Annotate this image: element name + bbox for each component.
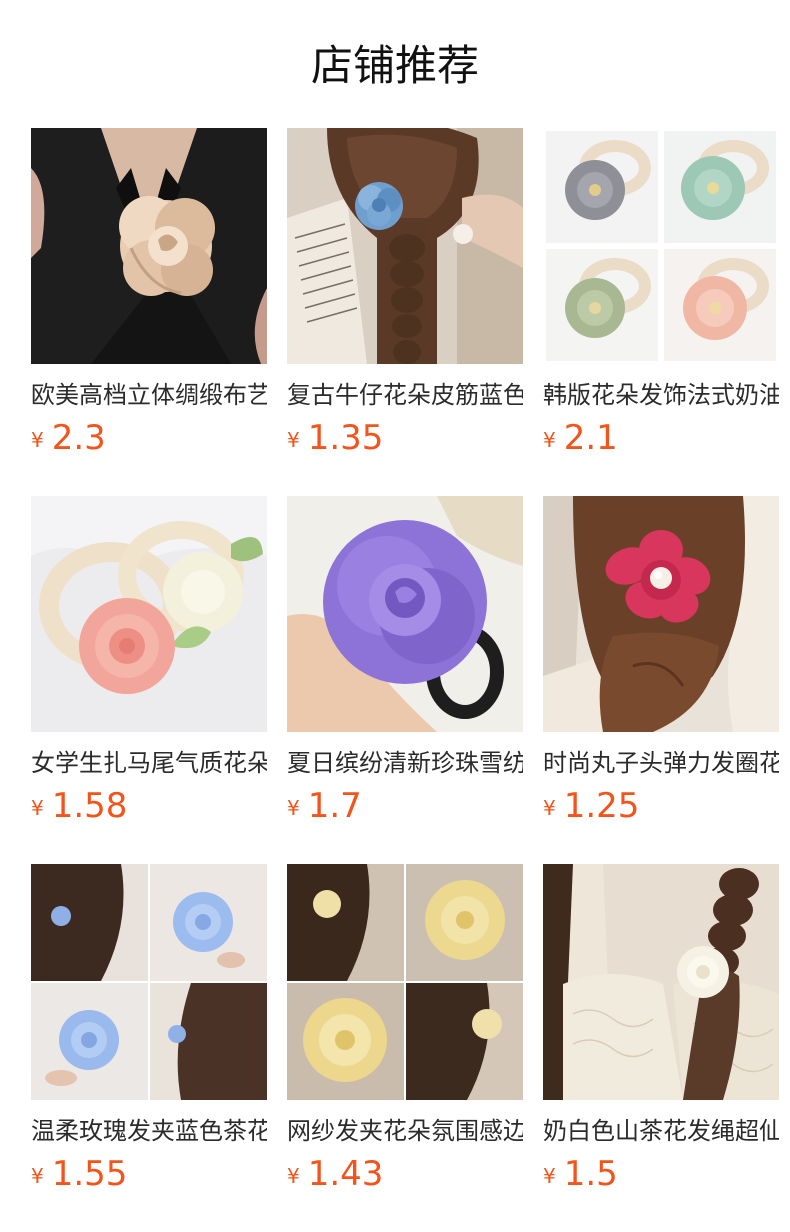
- currency-symbol: ¥: [31, 796, 44, 820]
- product-title[interactable]: 复古牛仔花朵皮筋蓝色发圈: [287, 378, 523, 412]
- currency-symbol: ¥: [31, 428, 44, 452]
- product-image[interactable]: [287, 864, 523, 1100]
- product-image[interactable]: [543, 864, 779, 1100]
- currency-symbol: ¥: [287, 428, 300, 452]
- currency-symbol: ¥: [31, 1164, 44, 1188]
- price-value: 1.25: [563, 786, 640, 826]
- product-image[interactable]: [31, 864, 267, 1100]
- product-price: ¥1.5: [543, 1154, 618, 1194]
- currency-symbol: ¥: [543, 1164, 556, 1188]
- product-card[interactable]: 时尚丸子头弹力发圈花朵 ¥1.25: [543, 496, 779, 864]
- product-price: ¥2.1: [543, 418, 618, 458]
- currency-symbol: ¥: [287, 1164, 300, 1188]
- purple-chiffon-rose-image: [287, 496, 523, 732]
- product-price: ¥2.3: [31, 418, 106, 458]
- price-value: 1.55: [51, 1154, 128, 1194]
- currency-symbol: ¥: [543, 796, 556, 820]
- product-title[interactable]: 欧美高档立体绸缎布艺山茶花胸针: [31, 378, 267, 412]
- product-image[interactable]: [31, 128, 267, 364]
- product-card[interactable]: 网纱发夹花朵氛围感边夹 ¥1.43: [287, 864, 523, 1232]
- product-card[interactable]: 温柔玫瑰发夹蓝色茶花边夹 ¥1.55: [31, 864, 267, 1232]
- price-value: 1.35: [307, 418, 384, 458]
- product-card[interactable]: 夏日缤纷清新珍珠雪纺花朵发圈 ¥1.7: [287, 496, 523, 864]
- denim-flower-image: [287, 128, 523, 364]
- flower-scrunchie-grid-image: [543, 128, 779, 364]
- product-card[interactable]: 女学生扎马尾气质花朵发圈 ¥1.58: [31, 496, 267, 864]
- product-card[interactable]: 复古牛仔花朵皮筋蓝色发圈 ¥1.35: [287, 128, 523, 496]
- product-card[interactable]: 欧美高档立体绸缎布艺山茶花胸针 ¥2.3: [31, 128, 267, 496]
- store-recommendations-page: 店铺推荐 欧美高档立体绸缎布艺 ¥ 2.3 复古牛仔花朵皮筋蓝色 ¥ 1.35 …: [0, 0, 790, 1232]
- product-image[interactable]: [543, 128, 779, 364]
- red-flower-pearl-bun-image: [543, 496, 779, 732]
- section-title: 店铺推荐: [310, 41, 479, 90]
- price-value: 1.43: [307, 1154, 384, 1194]
- product-title[interactable]: 韩版花朵发饰法式奶油风发圈: [543, 378, 779, 412]
- product-title[interactable]: 网纱发夹花朵氛围感边夹: [287, 1114, 523, 1148]
- product-price: ¥1.7: [287, 786, 362, 826]
- product-price: ¥1.25: [543, 786, 639, 826]
- currency-symbol: ¥: [543, 428, 556, 452]
- product-grid: 欧美高档立体绸缎布艺山茶花胸针 ¥2.3: [31, 128, 779, 1232]
- product-price: ¥1.55: [31, 1154, 127, 1194]
- white-camellia-braid-image: [543, 864, 779, 1100]
- price-value: 1.58: [51, 786, 128, 826]
- product-image[interactable]: [543, 496, 779, 732]
- product-title[interactable]: 温柔玫瑰发夹蓝色茶花边夹: [31, 1114, 267, 1148]
- price-value: 2.1: [563, 418, 618, 458]
- product-title[interactable]: 奶白色山茶花发绳超仙发圈: [543, 1114, 779, 1148]
- product-title[interactable]: 女学生扎马尾气质花朵发圈: [31, 746, 267, 780]
- product-image[interactable]: [31, 496, 267, 732]
- satin-rose-brooch-image: [31, 128, 267, 364]
- product-title[interactable]: 时尚丸子头弹力发圈花朵: [543, 746, 779, 780]
- product-card[interactable]: 韩版花朵发饰法式奶油风发圈 ¥2.1: [543, 128, 779, 496]
- yellow-mesh-clip-grid-image: [287, 864, 523, 1100]
- product-image[interactable]: [287, 128, 523, 364]
- product-card[interactable]: 奶白色山茶花发绳超仙发圈 ¥1.5: [543, 864, 779, 1232]
- currency-symbol: ¥: [287, 796, 300, 820]
- price-value: 1.5: [563, 1154, 618, 1194]
- price-value: 1.7: [307, 786, 362, 826]
- price-value: 2.3: [51, 418, 106, 458]
- product-price: ¥1.35: [287, 418, 383, 458]
- blue-rose-clip-grid-image: [31, 864, 267, 1100]
- product-price: ¥1.43: [287, 1154, 383, 1194]
- product-price: ¥1.58: [31, 786, 127, 826]
- product-title[interactable]: 夏日缤纷清新珍珠雪纺花朵发圈: [287, 746, 523, 780]
- pink-cream-scrunchies-image: [31, 496, 267, 732]
- product-image[interactable]: [287, 496, 523, 732]
